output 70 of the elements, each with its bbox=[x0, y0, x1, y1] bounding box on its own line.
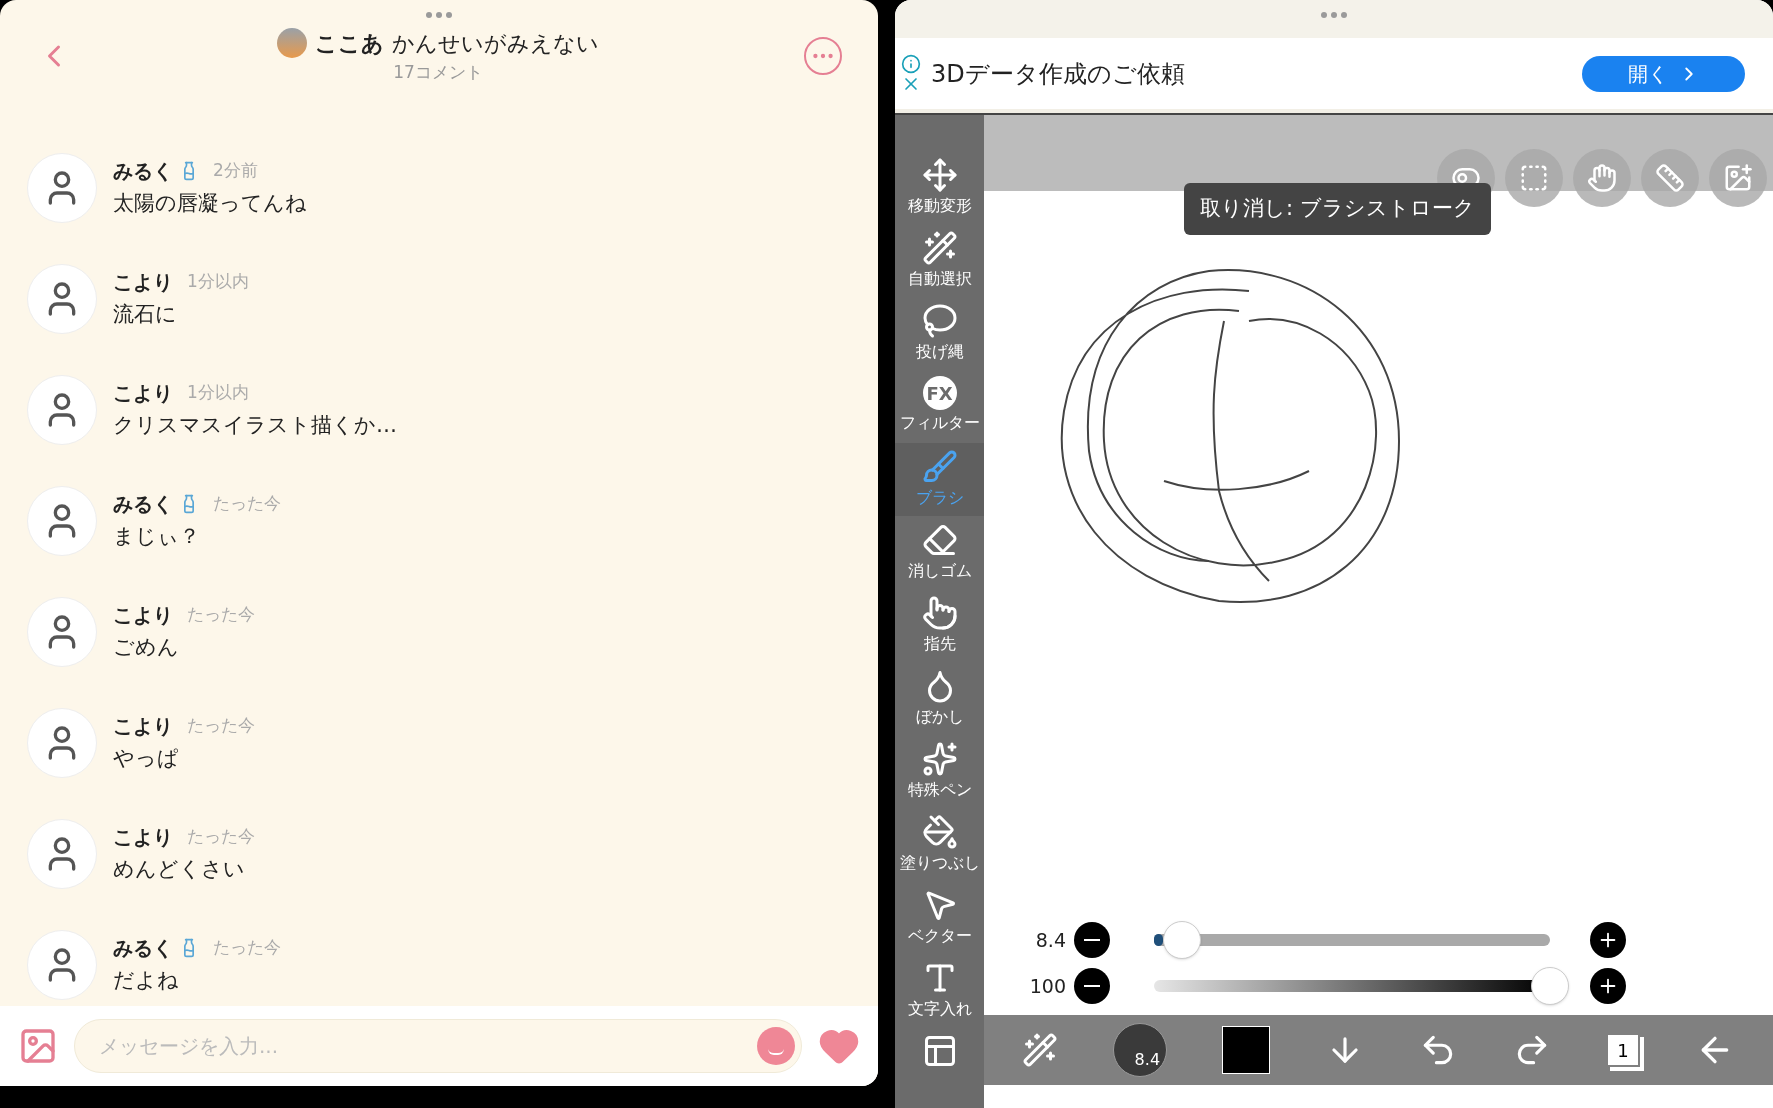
more-icon[interactable] bbox=[804, 37, 842, 75]
group-title: かんせいがみえない bbox=[392, 29, 599, 58]
comment-time: たった今 bbox=[213, 936, 281, 959]
brush-tool-icon bbox=[921, 449, 958, 485]
grabber-icon[interactable] bbox=[426, 12, 452, 18]
lasso-tool-icon bbox=[921, 303, 958, 339]
slider-value: 100 bbox=[1028, 973, 1067, 999]
minus-icon bbox=[1084, 939, 1100, 941]
comment-text: 流石に bbox=[113, 300, 178, 328]
special-tool-icon bbox=[921, 741, 958, 777]
comment-text: ごめん bbox=[113, 633, 180, 661]
comment-time: たった今 bbox=[187, 603, 255, 626]
tooltip: 取り消し: ブラシストローク bbox=[1184, 183, 1491, 235]
slider-thumb[interactable] bbox=[1531, 967, 1569, 1005]
user-name: みるく bbox=[113, 934, 173, 962]
grabber-icon[interactable] bbox=[1321, 12, 1347, 18]
user-name: みるく bbox=[113, 157, 173, 185]
comment-time: たった今 bbox=[187, 825, 255, 848]
user-name: こより bbox=[113, 268, 173, 296]
comment-text: 太陽の唇凝ってんね bbox=[113, 189, 307, 217]
tool-button[interactable]: 指先 bbox=[895, 589, 984, 662]
comment-time: たった今 bbox=[187, 714, 255, 737]
minus-icon bbox=[1084, 985, 1100, 987]
slider-thumb[interactable] bbox=[1162, 921, 1201, 959]
tool-button[interactable]: FX フィルター bbox=[895, 370, 984, 443]
move-tool-icon bbox=[921, 157, 958, 193]
brush-size-button[interactable]: 8.4 bbox=[1113, 1023, 1168, 1077]
comment-text: まじぃ？ bbox=[113, 522, 201, 550]
user-name: こより bbox=[113, 379, 173, 407]
tool-button[interactable]: ベクター bbox=[895, 881, 984, 954]
minus-button[interactable] bbox=[1074, 922, 1110, 958]
finger-tool-icon bbox=[921, 595, 958, 631]
image-icon[interactable] bbox=[18, 1026, 58, 1066]
group-avatar bbox=[277, 28, 307, 59]
user-name: こより bbox=[113, 712, 173, 740]
user-name: こより bbox=[113, 601, 173, 629]
slider-value: 8.4 bbox=[1034, 927, 1067, 953]
tool-button[interactable]: 特殊ペン bbox=[895, 735, 984, 808]
group-owner: ここあ bbox=[315, 29, 384, 58]
info-icon[interactable] bbox=[901, 53, 921, 74]
comment-time: 1分以内 bbox=[187, 270, 249, 293]
user-name: こより bbox=[113, 823, 173, 851]
tool-button[interactable]: 移動変形 bbox=[895, 151, 984, 224]
tool-button[interactable]: 投げ縄 bbox=[895, 297, 984, 370]
comment-time: 1分以内 bbox=[187, 381, 249, 404]
plus-button[interactable] bbox=[1590, 922, 1626, 958]
wand-tool-icon bbox=[921, 230, 958, 266]
minus-button[interactable] bbox=[1074, 968, 1110, 1004]
tool-button[interactable]: 塗りつぶし bbox=[895, 808, 984, 881]
user-name: みるく bbox=[113, 490, 173, 518]
comment-text: めんどくさい bbox=[113, 855, 246, 883]
tool-button[interactable]: 消しゴム bbox=[895, 516, 984, 589]
comment-count: 17コメント bbox=[393, 60, 483, 84]
comment-text: だよね bbox=[113, 966, 180, 994]
color-swatch[interactable] bbox=[1222, 1026, 1271, 1074]
fx-icon: FX bbox=[922, 376, 957, 410]
tool-button[interactable]: 文字入れ bbox=[895, 954, 984, 1027]
message-field[interactable]: メッセージを入力... bbox=[74, 1019, 802, 1073]
comment-text: やっぱ bbox=[113, 744, 180, 772]
comment-time: 2分前 bbox=[213, 159, 258, 182]
tool-button[interactable]: ぼかし bbox=[895, 662, 984, 735]
tool-button[interactable]: 自動選択 bbox=[895, 224, 984, 297]
comment-text: クリスマスイラスト描くか… bbox=[113, 411, 397, 439]
smile-icon[interactable] bbox=[757, 1027, 795, 1065]
eraser-tool-icon bbox=[921, 522, 958, 558]
comment-time: たった今 bbox=[213, 492, 281, 515]
plus-button[interactable] bbox=[1590, 968, 1626, 1004]
ad-text: 3Dデータ作成のご依頼 bbox=[931, 58, 1186, 90]
fill-tool-icon bbox=[921, 814, 958, 850]
open-button[interactable]: 開く bbox=[1582, 55, 1745, 92]
